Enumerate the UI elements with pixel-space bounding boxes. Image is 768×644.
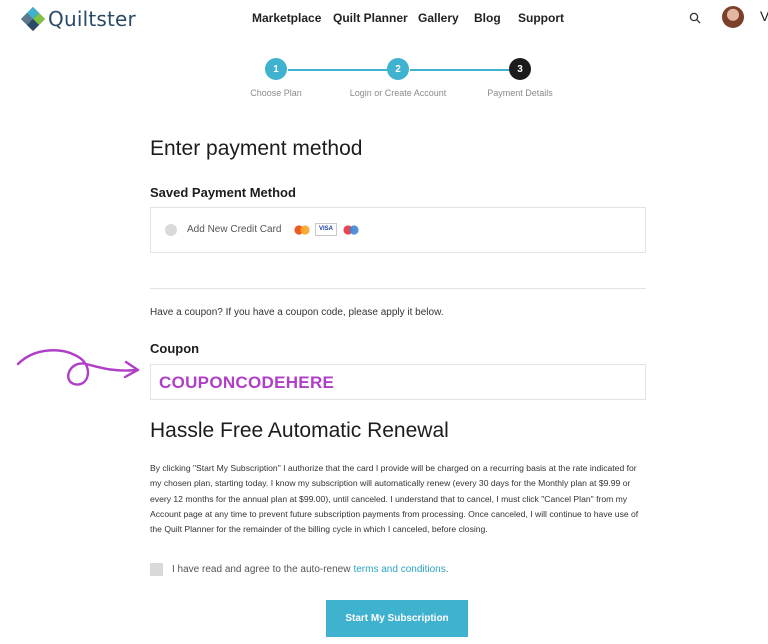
step-1-circle: 1 [265, 58, 287, 80]
nav-quilt-planner[interactable]: Quilt Planner [333, 11, 408, 25]
saved-payment-heading: Saved Payment Method [150, 185, 296, 200]
step-2-circle: 2 [387, 58, 409, 80]
nav-marketplace[interactable]: Marketplace [252, 11, 321, 25]
page-title: Enter payment method [150, 137, 363, 160]
add-card-option[interactable]: Add New Credit Card VISA [150, 207, 646, 253]
quilt-logo-icon [21, 7, 45, 31]
step-connector [288, 69, 388, 71]
agree-text: I have read and agree to the auto-renew [172, 564, 351, 575]
step-3-label: Payment Details [487, 88, 553, 98]
overflow-glyph[interactable]: V [760, 8, 768, 24]
search-icon[interactable] [689, 12, 701, 24]
agree-row: I have read and agree to the auto-renew … [150, 563, 449, 576]
coupon-help-text: Have a coupon? If you have a coupon code… [150, 307, 444, 318]
nav-blog[interactable]: Blog [474, 11, 501, 25]
nav-support[interactable]: Support [518, 11, 564, 25]
brand-logo[interactable]: Quiltster [20, 6, 136, 32]
brand-name: Quiltster [48, 7, 136, 31]
add-card-label: Add New Credit Card [187, 224, 282, 235]
agree-checkbox[interactable] [150, 563, 163, 576]
mastercard-icon [294, 225, 310, 235]
section-divider [150, 288, 646, 289]
start-subscription-button[interactable]: Start My Subscription [326, 600, 468, 637]
maestro-icon [343, 225, 359, 235]
coupon-field[interactable]: COUPONCODEHERE [150, 364, 646, 400]
agree-suffix: . [445, 564, 449, 575]
step-2-label: Login or Create Account [349, 88, 447, 98]
step-3-circle: 3 [509, 58, 531, 80]
annotation-arrow [16, 349, 140, 386]
terms-link[interactable]: terms and conditions [353, 564, 445, 575]
coupon-label: Coupon [150, 341, 200, 356]
step-1-label: Choose Plan [250, 88, 302, 98]
renewal-heading: Hassle Free Automatic Renewal [150, 419, 449, 442]
renewal-terms-text: By clicking "Start My Subscription" I au… [150, 463, 639, 535]
add-card-radio[interactable] [165, 224, 177, 236]
visa-icon: VISA [315, 223, 337, 236]
avatar[interactable] [722, 6, 744, 28]
nav-gallery[interactable]: Gallery [418, 11, 459, 25]
step-connector [410, 69, 510, 71]
site-header: Quiltster Marketplace Quilt Planner Gall… [0, 0, 768, 40]
